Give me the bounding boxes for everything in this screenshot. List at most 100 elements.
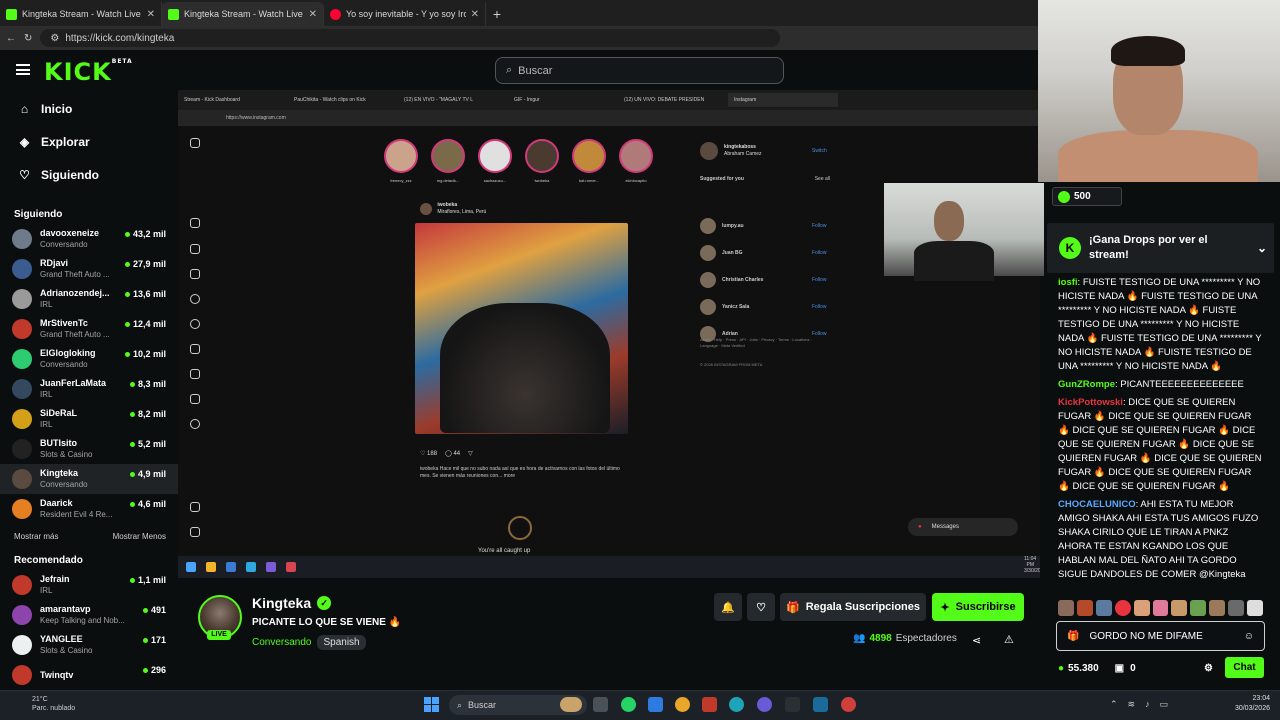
channel-category: Slots & Casino — [40, 646, 93, 655]
taskbar-widget-icon[interactable] — [560, 697, 582, 712]
channel-avatar — [12, 575, 32, 595]
terminal-icon[interactable] — [785, 697, 800, 712]
ig-likes: 188 — [427, 451, 438, 457]
show-less-link[interactable]: Mostrar Menos — [113, 532, 166, 541]
close-tab-icon[interactable]: ✕ — [471, 9, 479, 20]
language-tag[interactable]: Spanish — [317, 635, 366, 650]
channel-item[interactable]: SiDeRaL IRL 8,2 mil — [0, 404, 178, 434]
emote-icon[interactable] — [1209, 600, 1226, 616]
follow-button[interactable]: ♡ — [747, 593, 775, 621]
channel-viewers: 43,2 mil — [124, 229, 166, 239]
ig-story-label: elchincapito — [625, 178, 647, 183]
bell-icon: 🔔 — [721, 601, 735, 614]
streamer-name[interactable]: Kingteka — [252, 595, 311, 611]
nav-explore[interactable]: ◈ Explorar — [0, 125, 178, 158]
channel-item[interactable]: RDjavi Grand Theft Auto ... 27,9 mil — [0, 254, 178, 284]
windows-start-icon[interactable] — [424, 697, 440, 713]
channel-item[interactable]: JuanFerLaMata IRL 8,3 mil — [0, 374, 178, 404]
gift-subs-button[interactable]: 🎁 Regala Suscripciones — [780, 593, 926, 621]
drops-banner[interactable]: K ¡Gana Drops por ver el stream! ⌄ — [1047, 223, 1274, 273]
chat-username[interactable]: iosfi — [1058, 277, 1078, 288]
channel-item[interactable]: MrStivenTc Grand Theft Auto ... 12,4 mil — [0, 314, 178, 344]
new-tab-icon[interactable]: + — [486, 2, 508, 26]
task-view-icon[interactable] — [593, 697, 608, 712]
app-icon[interactable] — [841, 697, 856, 712]
app-icon[interactable] — [702, 697, 717, 712]
chat-input[interactable]: 🎁 GORDO NO ME DIFAME ☺ — [1056, 621, 1265, 651]
emote-icon[interactable] — [1152, 600, 1169, 616]
steam-icon — [226, 562, 236, 572]
nav-following[interactable]: ♡ Siguiendo — [0, 158, 178, 191]
ig-suggested-row: Suggested for you See all — [700, 176, 830, 182]
emote-icon[interactable] — [1190, 600, 1207, 616]
browser-tab[interactable]: Yo soy inevitable - Y yo soy Iron M ✕ — [324, 2, 486, 26]
url-field[interactable]: ⚙ https://kick.com/kingteka — [40, 29, 781, 47]
battery-icon[interactable]: ▭ — [1160, 699, 1169, 710]
nav-home[interactable]: ⌂ Inicio — [0, 92, 178, 125]
ig-follow: Follow — [812, 277, 827, 283]
channel-item[interactable]: BUTIsito Slots & Casino 5,2 mil — [0, 434, 178, 464]
edge-icon[interactable] — [729, 697, 744, 712]
channel-item[interactable]: Kingteka Conversando 4,9 mil — [0, 464, 178, 494]
chat-username[interactable]: KickPottowski — [1058, 397, 1123, 408]
whatsapp-icon[interactable] — [621, 697, 636, 712]
share-icon[interactable]: ⋖ — [972, 634, 981, 647]
close-tab-icon[interactable]: ✕ — [147, 9, 155, 20]
emote-icon[interactable] — [1171, 600, 1188, 616]
obs-icon[interactable] — [757, 697, 772, 712]
emote-icon[interactable] — [1076, 600, 1093, 616]
chrome-icon[interactable] — [675, 697, 690, 712]
chat-username[interactable]: CHOCAELUNICO — [1058, 499, 1136, 510]
back-icon[interactable]: ← — [6, 33, 16, 44]
chevron-down-icon[interactable]: ⌄ — [1257, 241, 1267, 255]
channel-item[interactable]: davooxeneize Conversando 43,2 mil — [0, 224, 178, 254]
settings-gear-icon[interactable]: ⚙ — [1204, 663, 1213, 674]
wifi-icon[interactable]: ≋ — [1128, 699, 1136, 710]
emote-icon[interactable] — [1114, 600, 1131, 616]
notification-button[interactable]: 🔔 — [714, 593, 742, 621]
emote-icon[interactable] — [1228, 600, 1245, 616]
reload-icon[interactable]: ↻ — [24, 33, 32, 44]
channel-item[interactable]: amarantavp Keep Talking and Nob... 491 — [0, 600, 178, 630]
channel-item[interactable]: Jefrain IRL 1,1 mil — [0, 570, 178, 600]
show-more-link[interactable]: Mostrar más — [14, 532, 58, 541]
emoji-icon[interactable]: ☺ — [1244, 631, 1264, 642]
channel-avatar — [12, 289, 32, 309]
webcam-person-head — [934, 201, 964, 241]
menu-icon[interactable] — [16, 64, 30, 75]
video-player[interactable]: Stream - Kick Dashboard PauChikita - Watc… — [178, 90, 1040, 578]
weather-widget[interactable]: 21°C Parc. nublado — [32, 695, 75, 713]
search-placeholder: Buscar — [518, 64, 553, 77]
stream-clock: 11:04 PM3/30/2026 — [1024, 556, 1040, 578]
chrome-icon — [286, 562, 296, 572]
tray-chevron-icon[interactable]: ⌃ — [1110, 699, 1118, 710]
close-tab-icon[interactable]: ✕ — [309, 9, 317, 20]
gift-icon[interactable]: 🎁 — [1067, 631, 1079, 642]
taskbar-clock[interactable]: 23:04 30/03/2026 — [1222, 694, 1270, 714]
channel-item[interactable]: ElGlogloking Conversando 10,2 mil — [0, 344, 178, 374]
browser-tab-active[interactable]: Kingteka Stream - Watch Live o ✕ — [162, 2, 324, 26]
chat-send-button[interactable]: Chat — [1225, 657, 1264, 678]
report-icon[interactable]: ⚠ — [1004, 633, 1014, 646]
subscribe-button[interactable]: ✦ Suscribirse — [932, 593, 1024, 621]
stream-category[interactable]: Conversando — [252, 637, 311, 648]
emote-icon[interactable] — [1095, 600, 1112, 616]
channel-item[interactable]: Twinqtv 296 — [0, 660, 178, 690]
volume-icon[interactable]: ♪ — [1145, 699, 1150, 710]
chat-username[interactable]: GunZRompe — [1058, 379, 1115, 390]
search-input[interactable]: ⌕ Buscar — [495, 57, 784, 84]
emote-icon[interactable] — [1133, 600, 1150, 616]
steam-icon[interactable] — [813, 697, 828, 712]
emote-icon[interactable] — [1247, 600, 1263, 616]
app-icon[interactable] — [648, 697, 663, 712]
browser-tab[interactable]: Kingteka Stream - Watch Live on K ✕ — [0, 2, 162, 26]
live-dot-icon — [124, 321, 130, 327]
viewer-count-text: 171 — [150, 635, 166, 645]
ig-messages: ● Messages — [908, 518, 1018, 536]
channel-item[interactable]: Daarick Resident Evil 4 Re... 4,6 mil — [0, 494, 178, 524]
kick-logo[interactable]: KICKBETA — [44, 58, 133, 86]
channel-item[interactable]: Adrianozendej... IRL 13,6 mil — [0, 284, 178, 314]
site-info-icon[interactable]: ⚙ — [50, 33, 59, 44]
emote-icon[interactable] — [1058, 600, 1074, 616]
channel-item[interactable]: YANGLEE Slots & Casino 171 — [0, 630, 178, 660]
